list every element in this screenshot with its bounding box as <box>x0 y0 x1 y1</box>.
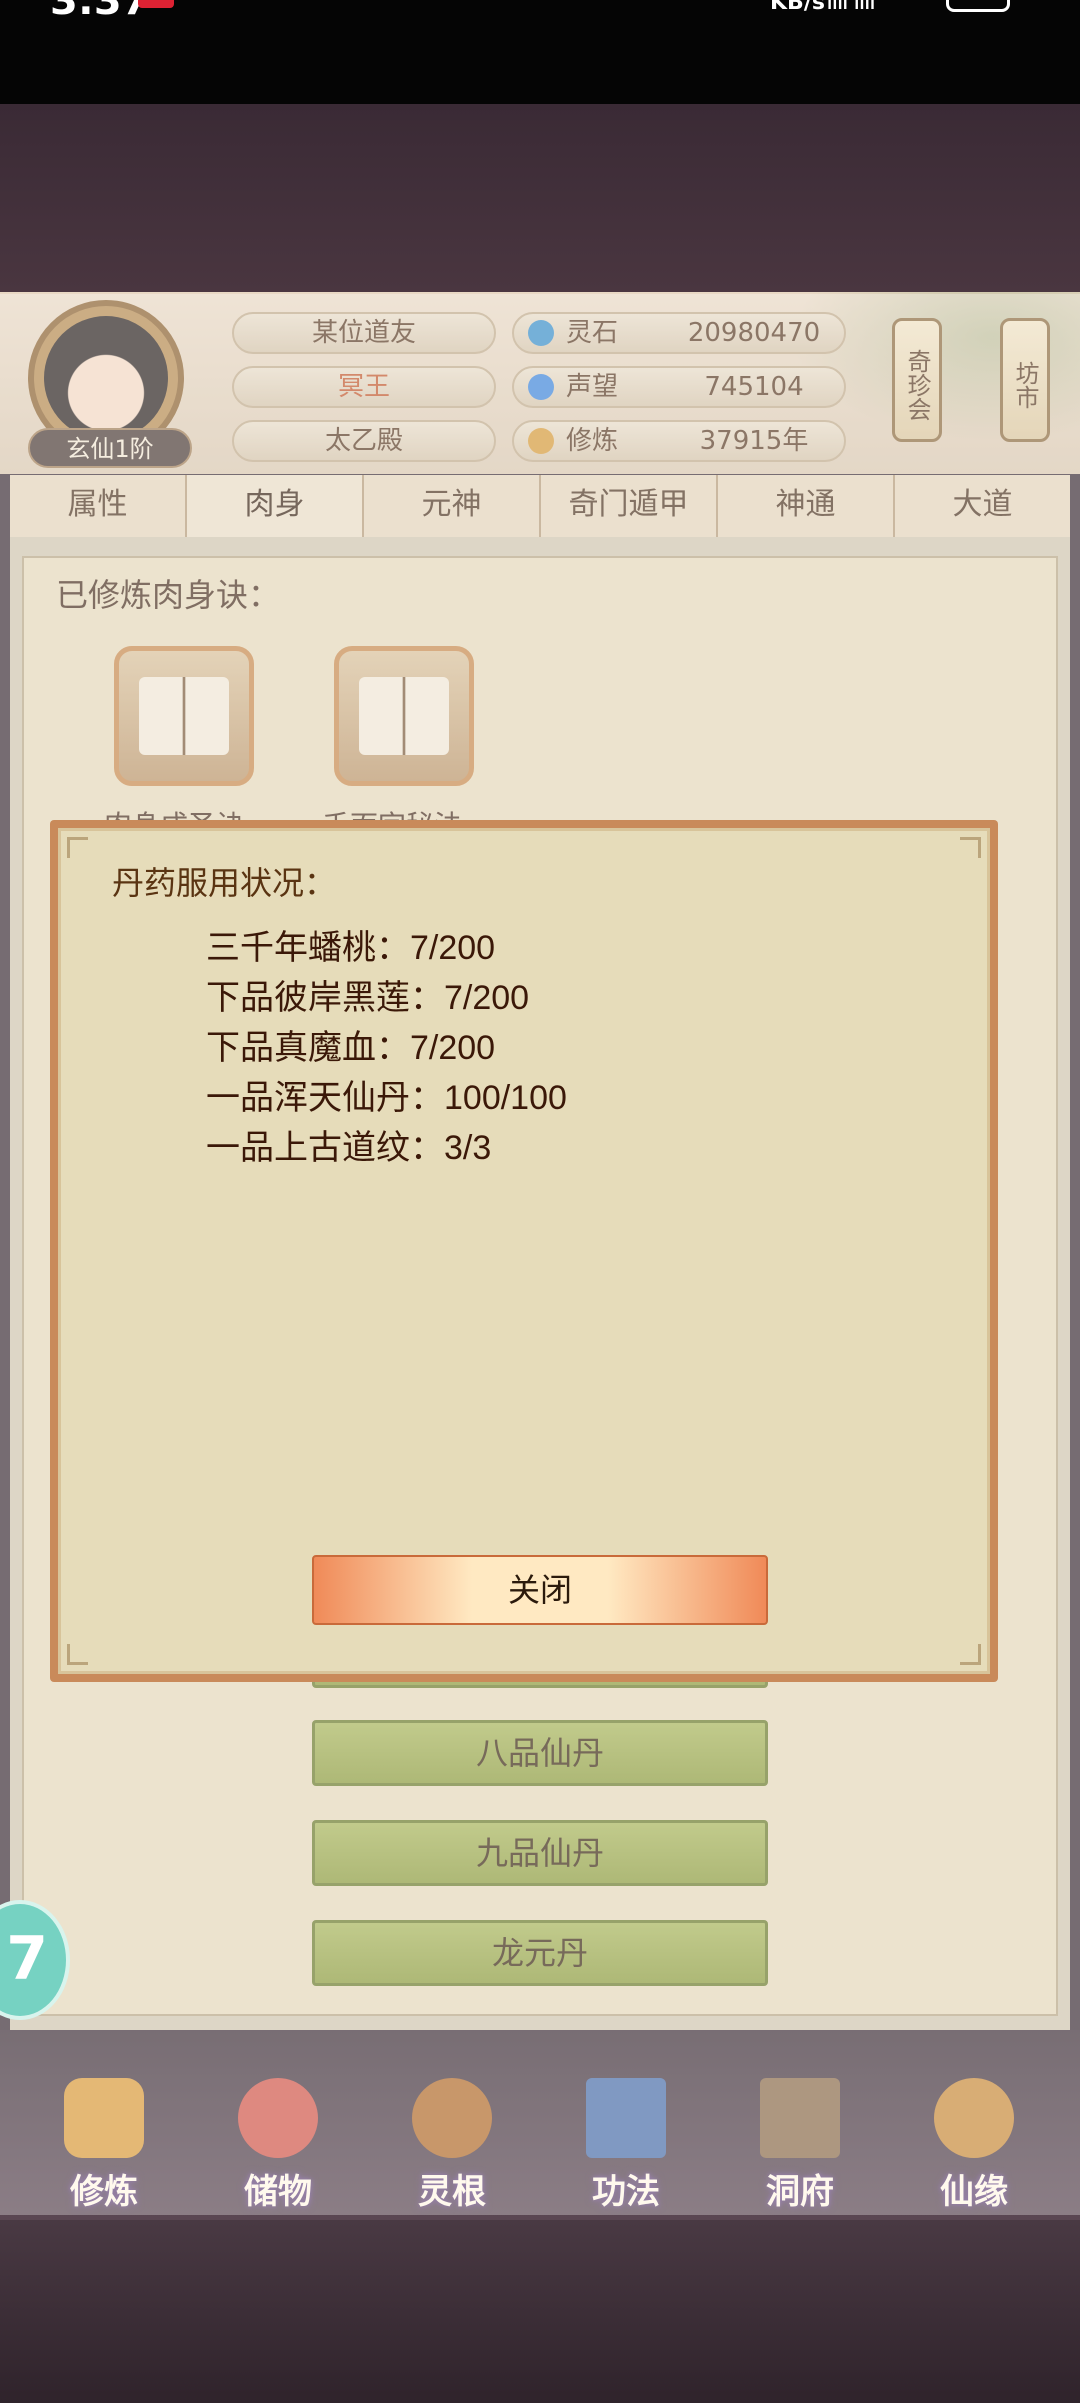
elixir-name: 三千年蟠桃： <box>206 928 410 968</box>
close-button[interactable]: 关闭 <box>312 1555 768 1625</box>
network-speed: KB/s <box>770 0 825 15</box>
elixir-count: 3/3 <box>444 1129 492 1167</box>
background-bottom <box>0 2215 1080 2403</box>
elixir-count: 7/200 <box>444 979 530 1017</box>
corner-ornament <box>960 1644 981 1665</box>
elixir-status-dialog <box>50 820 998 1682</box>
corner-ornament <box>67 1644 88 1665</box>
elixir-count: 100/100 <box>444 1079 567 1117</box>
elixir-row: 下品真魔血：7/200 <box>206 1020 495 1069</box>
elixir-row: 三千年蟠桃：7/200 <box>206 920 495 969</box>
elixir-name: 一品浑天仙丹： <box>206 1078 444 1118</box>
clock: 3:37 <box>50 0 150 24</box>
corner-ornament <box>960 837 981 858</box>
elixir-row: 一品上古道纹：3/3 <box>206 1120 491 1169</box>
signal-icon: ıııl ıııl <box>826 0 876 16</box>
elixir-row: 一品浑天仙丹：100/100 <box>206 1070 567 1119</box>
battery-icon <box>946 0 1010 12</box>
notification-badge-icon <box>138 0 174 8</box>
dialog-title: 丹药服用状况： <box>112 864 337 902</box>
elixir-name: 一品上古道纹： <box>206 1128 444 1168</box>
elixir-name: 下品真魔血： <box>206 1028 410 1068</box>
elixir-count: 7/200 <box>410 1029 496 1067</box>
status-bar: 3:37 KB/s ıııl ıııl <box>0 0 1080 104</box>
background-top <box>0 104 1080 294</box>
elixir-count: 7/200 <box>410 929 496 967</box>
dialog-body <box>58 828 990 1674</box>
corner-ornament <box>67 837 88 858</box>
elixir-row: 下品彼岸黑莲：7/200 <box>206 970 529 1019</box>
elixir-name: 下品彼岸黑莲： <box>206 978 444 1018</box>
